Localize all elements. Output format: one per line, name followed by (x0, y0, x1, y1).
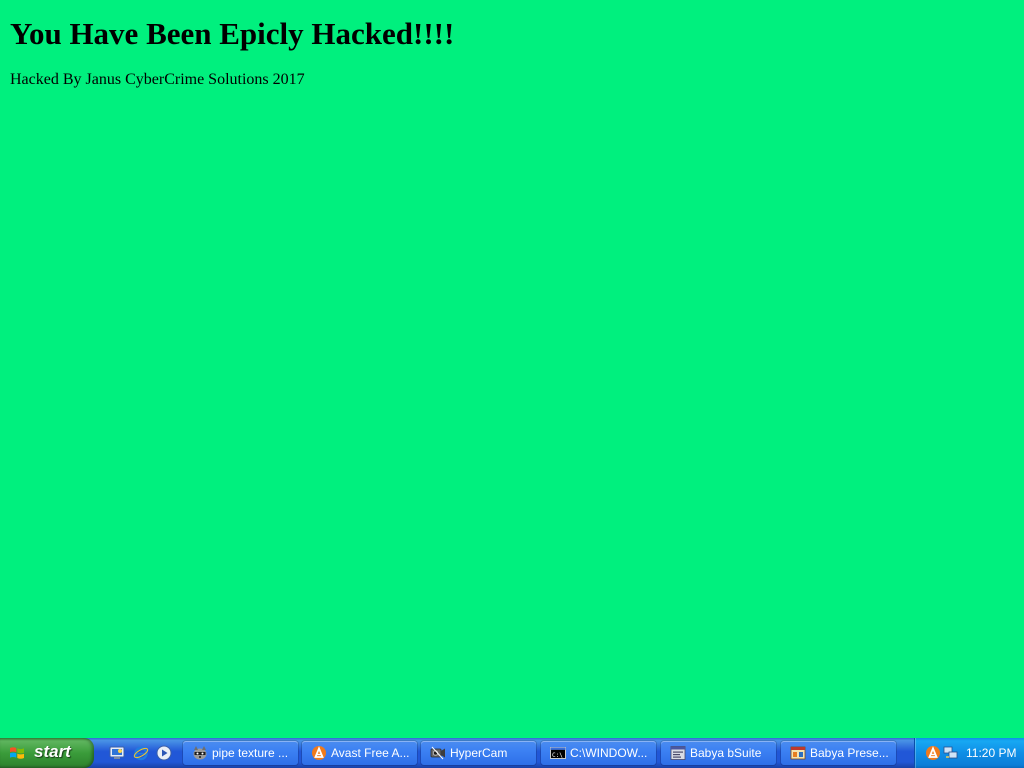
taskbar-button-label: pipe texture ... (212, 746, 289, 760)
taskbar: start pipe texture ... Avast Free A... H… (0, 738, 1024, 768)
taskbar-button-label: Avast Free A... (331, 746, 410, 760)
taskbar-button-label: Babya bSuite (690, 746, 762, 760)
hypercam-icon (430, 746, 445, 760)
quick-launch-bar (104, 738, 176, 768)
media-player-icon[interactable] (156, 745, 172, 761)
command-prompt-icon: C:\ (550, 747, 566, 759)
taskbar-button-label: HyperCam (450, 746, 508, 760)
taskbar-button-label: Babya Prese... (810, 746, 889, 760)
clock[interactable]: 11:20 PM (966, 746, 1016, 760)
windows-logo-icon (10, 747, 24, 759)
start-button[interactable]: start (0, 738, 94, 768)
show-desktop-icon[interactable] (109, 745, 125, 761)
internet-explorer-icon[interactable] (133, 745, 149, 761)
babya-bsuite-icon (670, 746, 686, 760)
taskbar-button-label: C:\WINDOW... (570, 746, 648, 760)
hacked-page: You Have Been Epicly Hacked!!!! Hacked B… (0, 0, 1024, 738)
avast-tray-icon[interactable] (925, 745, 941, 761)
system-tray: 11:20 PM (914, 738, 1024, 768)
page-subtitle: Hacked By Janus CyberCrime Solutions 201… (10, 71, 305, 88)
taskbar-button-babya-presentation[interactable]: Babya Prese... (781, 741, 896, 765)
page-title: You Have Been Epicly Hacked!!!! (10, 16, 455, 51)
taskbar-button-pipe-texture[interactable]: pipe texture ... (183, 741, 298, 765)
svg-text:C:\: C:\ (552, 752, 563, 759)
babya-presentation-icon (790, 746, 806, 760)
avast-icon (312, 746, 326, 760)
taskbar-button-hypercam[interactable]: HyperCam (421, 741, 536, 765)
taskbar-button-babya-bsuite[interactable]: Babya bSuite (661, 741, 776, 765)
start-label: start (34, 742, 71, 761)
taskbar-button-avast[interactable]: Avast Free A... (302, 741, 417, 765)
network-tray-icon[interactable] (943, 745, 959, 761)
taskbar-button-command-prompt[interactable]: C:\ C:\WINDOW... (541, 741, 656, 765)
raccoon-app-icon (193, 746, 207, 760)
